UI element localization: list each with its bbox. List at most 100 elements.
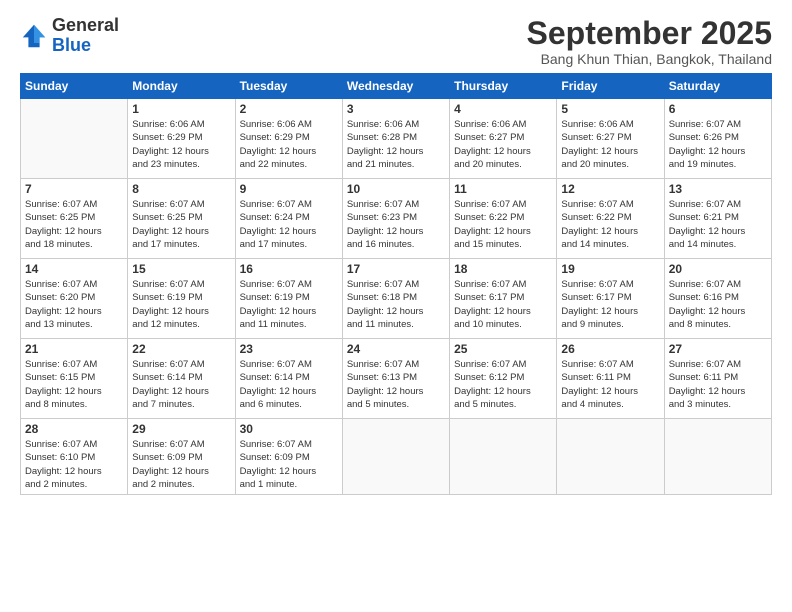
- page: General Blue September 2025 Bang Khun Th…: [0, 0, 792, 612]
- table-row: 20 Sunrise: 6:07 AM Sunset: 6:16 PM Dayli…: [664, 259, 771, 339]
- day-number: 24: [347, 342, 445, 356]
- day-info: Sunrise: 6:07 AM Sunset: 6:18 PM Dayligh…: [347, 278, 445, 331]
- logo-blue: Blue: [52, 35, 91, 55]
- day-number: 19: [561, 262, 659, 276]
- table-row: 30Sunrise: 6:07 AM Sunset: 6:09 PM Dayli…: [235, 419, 342, 495]
- day-number: 26: [561, 342, 659, 356]
- table-row: 8Sunrise: 6:07 AM Sunset: 6:25 PM Daylig…: [128, 179, 235, 259]
- day-info: Sunrise: 6:07 AM Sunset: 6:09 PM Dayligh…: [132, 438, 230, 491]
- table-row: [664, 419, 771, 495]
- header-tuesday: Tuesday: [235, 74, 342, 99]
- table-row: 25 Sunrise: 6:07 AM Sunset: 6:12 PM Dayli…: [450, 339, 557, 419]
- table-row: 17 Sunrise: 6:07 AM Sunset: 6:18 PM Dayli…: [342, 259, 449, 339]
- day-info: Sunrise: 6:07 AM Sunset: 6:12 PM Dayligh…: [454, 358, 552, 411]
- day-info: Sunrise: 6:07 AM Sunset: 6:17 PM Dayligh…: [454, 278, 552, 331]
- table-row: 28 Sunrise: 6:07 AM Sunset: 6:10 PM Dayli…: [21, 419, 128, 495]
- day-number: 25: [454, 342, 552, 356]
- calendar-header-row: Sunday Monday Tuesday Wednesday Thursday…: [21, 74, 772, 99]
- table-row: 14Sunrise: 6:07 AM Sunset: 6:20 PM Dayli…: [21, 259, 128, 339]
- day-number: 5: [561, 102, 659, 116]
- day-info: Sunrise: 6:06 AM Sunset: 6:28 PM Dayligh…: [347, 118, 445, 171]
- table-row: 21 Sunrise: 6:07 AM Sunset: 6:15 PM Dayli…: [21, 339, 128, 419]
- location: Bang Khun Thian, Bangkok, Thailand: [527, 51, 772, 67]
- table-row: 26 Sunrise: 6:07 AM Sunset: 6:11 PM Dayli…: [557, 339, 664, 419]
- day-info: Sunrise: 6:07 AM Sunset: 6:25 PM Dayligh…: [25, 198, 123, 251]
- table-row: [557, 419, 664, 495]
- day-info: Sunrise: 6:07 AM Sunset: 6:26 PM Dayligh…: [669, 118, 767, 171]
- table-row: 6 Sunrise: 6:07 AM Sunset: 6:26 PM Daylig…: [664, 99, 771, 179]
- day-info: Sunrise: 6:07 AM Sunset: 6:17 PM Dayligh…: [561, 278, 659, 331]
- header-friday: Friday: [557, 74, 664, 99]
- day-info: Sunrise: 6:07 AM Sunset: 6:14 PM Dayligh…: [132, 358, 230, 411]
- day-number: 30: [240, 422, 338, 436]
- day-info: Sunrise: 6:07 AM Sunset: 6:13 PM Dayligh…: [347, 358, 445, 411]
- day-info: Sunrise: 6:07 AM Sunset: 6:10 PM Dayligh…: [25, 438, 123, 491]
- day-number: 2: [240, 102, 338, 116]
- day-info: Sunrise: 6:07 AM Sunset: 6:22 PM Dayligh…: [454, 198, 552, 251]
- table-row: 13 Sunrise: 6:07 AM Sunset: 6:21 PM Dayli…: [664, 179, 771, 259]
- day-info: Sunrise: 6:07 AM Sunset: 6:11 PM Dayligh…: [669, 358, 767, 411]
- day-number: 21: [25, 342, 123, 356]
- day-number: 23: [240, 342, 338, 356]
- day-number: 8: [132, 182, 230, 196]
- table-row: 5 Sunrise: 6:06 AM Sunset: 6:27 PM Daylig…: [557, 99, 664, 179]
- header: General Blue September 2025 Bang Khun Th…: [20, 16, 772, 67]
- month-title: September 2025: [527, 16, 772, 51]
- day-number: 1: [132, 102, 230, 116]
- day-number: 7: [25, 182, 123, 196]
- day-number: 17: [347, 262, 445, 276]
- table-row: 1 Sunrise: 6:06 AM Sunset: 6:29 PM Daylig…: [128, 99, 235, 179]
- day-info: Sunrise: 6:06 AM Sunset: 6:27 PM Dayligh…: [454, 118, 552, 171]
- table-row: 12 Sunrise: 6:07 AM Sunset: 6:22 PM Dayli…: [557, 179, 664, 259]
- day-info: Sunrise: 6:07 AM Sunset: 6:19 PM Dayligh…: [132, 278, 230, 331]
- day-info: Sunrise: 6:07 AM Sunset: 6:21 PM Dayligh…: [669, 198, 767, 251]
- logo-general: General: [52, 15, 119, 35]
- table-row: 3 Sunrise: 6:06 AM Sunset: 6:28 PM Daylig…: [342, 99, 449, 179]
- day-number: 16: [240, 262, 338, 276]
- logo: General Blue: [20, 16, 119, 56]
- day-info: Sunrise: 6:07 AM Sunset: 6:16 PM Dayligh…: [669, 278, 767, 331]
- table-row: 24 Sunrise: 6:07 AM Sunset: 6:13 PM Dayli…: [342, 339, 449, 419]
- table-row: 9 Sunrise: 6:07 AM Sunset: 6:24 PM Daylig…: [235, 179, 342, 259]
- day-number: 20: [669, 262, 767, 276]
- table-row: 18Sunrise: 6:07 AM Sunset: 6:17 PM Dayli…: [450, 259, 557, 339]
- calendar-table: Sunday Monday Tuesday Wednesday Thursday…: [20, 73, 772, 495]
- day-number: 6: [669, 102, 767, 116]
- day-number: 9: [240, 182, 338, 196]
- day-number: 27: [669, 342, 767, 356]
- day-info: Sunrise: 6:07 AM Sunset: 6:24 PM Dayligh…: [240, 198, 338, 251]
- table-row: 2 Sunrise: 6:06 AM Sunset: 6:29 PM Daylig…: [235, 99, 342, 179]
- day-info: Sunrise: 6:07 AM Sunset: 6:19 PM Dayligh…: [240, 278, 338, 331]
- day-number: 15: [132, 262, 230, 276]
- logo-icon: [20, 22, 48, 50]
- table-row: 11Sunrise: 6:07 AM Sunset: 6:22 PM Dayli…: [450, 179, 557, 259]
- day-number: 12: [561, 182, 659, 196]
- table-row: 22Sunrise: 6:07 AM Sunset: 6:14 PM Dayli…: [128, 339, 235, 419]
- day-info: Sunrise: 6:07 AM Sunset: 6:14 PM Dayligh…: [240, 358, 338, 411]
- day-number: 29: [132, 422, 230, 436]
- header-monday: Monday: [128, 74, 235, 99]
- day-info: Sunrise: 6:06 AM Sunset: 6:29 PM Dayligh…: [132, 118, 230, 171]
- table-row: 4 Sunrise: 6:06 AM Sunset: 6:27 PM Daylig…: [450, 99, 557, 179]
- day-info: Sunrise: 6:07 AM Sunset: 6:23 PM Dayligh…: [347, 198, 445, 251]
- table-row: 10 Sunrise: 6:07 AM Sunset: 6:23 PM Dayli…: [342, 179, 449, 259]
- table-row: 16 Sunrise: 6:07 AM Sunset: 6:19 PM Dayli…: [235, 259, 342, 339]
- day-info: Sunrise: 6:07 AM Sunset: 6:15 PM Dayligh…: [25, 358, 123, 411]
- header-thursday: Thursday: [450, 74, 557, 99]
- day-number: 10: [347, 182, 445, 196]
- table-row: 29 Sunrise: 6:07 AM Sunset: 6:09 PM Dayli…: [128, 419, 235, 495]
- day-number: 3: [347, 102, 445, 116]
- table-row: 7 Sunrise: 6:07 AM Sunset: 6:25 PM Daylig…: [21, 179, 128, 259]
- day-info: Sunrise: 6:06 AM Sunset: 6:27 PM Dayligh…: [561, 118, 659, 171]
- day-number: 28: [25, 422, 123, 436]
- day-info: Sunrise: 6:07 AM Sunset: 6:11 PM Dayligh…: [561, 358, 659, 411]
- day-number: 4: [454, 102, 552, 116]
- day-number: 13: [669, 182, 767, 196]
- header-sunday: Sunday: [21, 74, 128, 99]
- table-row: [342, 419, 449, 495]
- table-row: [450, 419, 557, 495]
- day-info: Sunrise: 6:06 AM Sunset: 6:29 PM Dayligh…: [240, 118, 338, 171]
- header-wednesday: Wednesday: [342, 74, 449, 99]
- day-info: Sunrise: 6:07 AM Sunset: 6:22 PM Dayligh…: [561, 198, 659, 251]
- table-row: 23 Sunrise: 6:07 AM Sunset: 6:14 PM Dayli…: [235, 339, 342, 419]
